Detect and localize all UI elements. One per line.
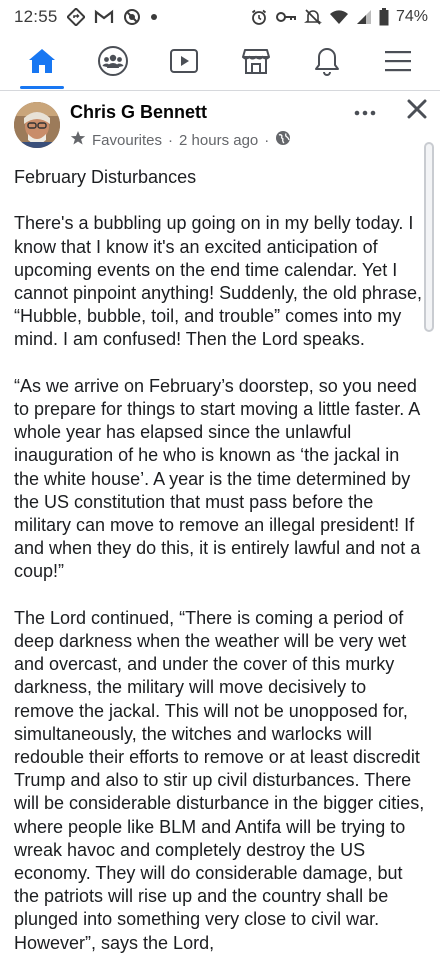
avatar[interactable] bbox=[14, 102, 60, 148]
post-header: Chris G Bennett Favourites · 2 hours ago… bbox=[0, 98, 440, 156]
globe-icon bbox=[275, 130, 291, 150]
top-nav bbox=[0, 38, 440, 89]
more-icon bbox=[354, 103, 376, 121]
gmail-icon bbox=[94, 9, 114, 25]
nav-notifications[interactable] bbox=[297, 39, 357, 87]
post-body: February Disturbances There's a bubbling… bbox=[14, 166, 426, 961]
close-icon bbox=[407, 99, 427, 124]
nav-watch[interactable] bbox=[154, 39, 214, 87]
meta-separator: · bbox=[168, 131, 174, 149]
nav-menu[interactable] bbox=[368, 39, 428, 87]
dot-icon bbox=[150, 13, 158, 21]
post-title: February Disturbances bbox=[14, 167, 197, 187]
status-bar: 12:55 74% bbox=[0, 0, 440, 34]
groups-icon bbox=[97, 45, 129, 82]
post-time[interactable]: 2 hours ago bbox=[179, 132, 258, 149]
wifi-icon bbox=[329, 9, 349, 25]
home-icon bbox=[27, 47, 57, 80]
battery-icon bbox=[379, 8, 389, 26]
navigation-icon bbox=[66, 8, 85, 26]
audience-label[interactable]: Favourites bbox=[92, 132, 162, 149]
alarm-icon bbox=[250, 8, 268, 26]
notifications-icon bbox=[314, 46, 340, 81]
nav-divider bbox=[0, 90, 440, 91]
nav-groups[interactable] bbox=[83, 39, 143, 87]
nav-marketplace[interactable] bbox=[226, 39, 286, 87]
mute-icon bbox=[303, 8, 322, 26]
status-left: 12:55 bbox=[14, 7, 158, 27]
meta-separator-2: · bbox=[264, 131, 270, 149]
author-name[interactable]: Chris G Bennett bbox=[70, 102, 207, 123]
more-options-button[interactable] bbox=[350, 100, 380, 124]
star-icon bbox=[70, 130, 86, 150]
close-button[interactable] bbox=[402, 96, 432, 126]
nav-home[interactable] bbox=[12, 39, 72, 89]
status-time: 12:55 bbox=[14, 7, 58, 26]
status-right: 74% bbox=[250, 8, 428, 26]
vpn-key-icon bbox=[275, 10, 297, 24]
post-paragraph: There's a bubbling up going on in my bel… bbox=[14, 213, 422, 350]
menu-icon bbox=[384, 49, 412, 78]
watch-icon bbox=[169, 47, 199, 80]
no-disturb-icon bbox=[123, 8, 141, 26]
post-paragraph: The Lord continued, “There is coming a p… bbox=[14, 607, 425, 953]
marketplace-icon bbox=[241, 46, 271, 81]
battery-level: 74% bbox=[395, 8, 428, 25]
signal-icon bbox=[356, 9, 372, 25]
post-meta: Favourites · 2 hours ago · bbox=[70, 130, 291, 150]
post-paragraph: “As we arrive on February’s doorstep, so… bbox=[14, 375, 421, 582]
